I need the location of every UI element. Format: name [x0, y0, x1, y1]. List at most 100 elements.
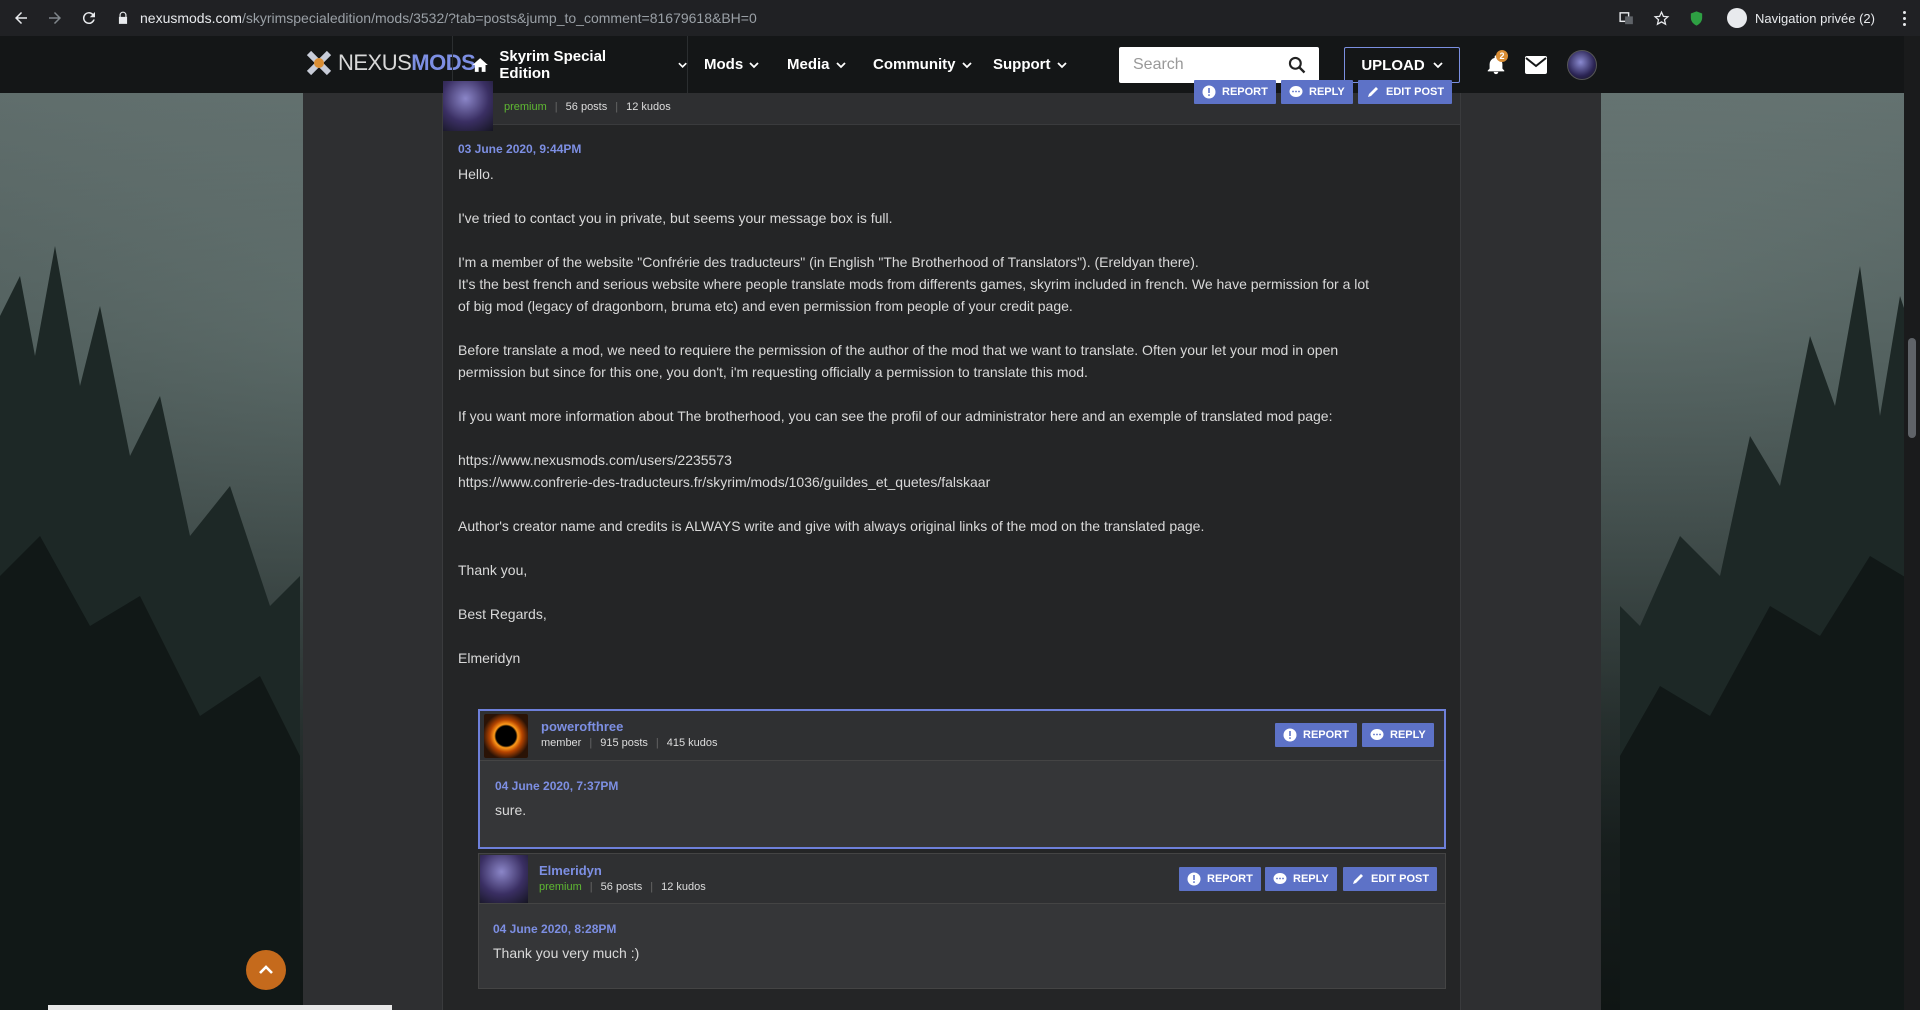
incognito-label: Navigation privée (2) — [1755, 10, 1875, 26]
powerofthree-avatar[interactable] — [484, 714, 528, 758]
post-line: It's the best french and serious website… — [458, 276, 1370, 292]
reply-author-kudos: 12 kudos — [661, 881, 706, 893]
incognito-profile-button[interactable]: Navigation privée (2) — [1723, 5, 1885, 31]
reply-icon — [1370, 729, 1384, 740]
reply-button[interactable]: REPLY — [1281, 80, 1353, 104]
author-posts: 56 posts — [565, 101, 608, 113]
incognito-icon — [1727, 8, 1748, 28]
edit-post-label: EDIT POST — [1371, 873, 1430, 885]
upload-button[interactable]: UPLOAD — [1344, 47, 1460, 83]
reply-author-name[interactable]: powerofthree — [541, 719, 623, 734]
trees-left — [0, 246, 300, 1010]
nav-media-label: Media — [787, 56, 830, 73]
reply-date: 04 June 2020, 8:28PM — [493, 922, 617, 936]
report-button[interactable]: REPORT — [1275, 723, 1357, 747]
report-icon — [1202, 85, 1216, 99]
game-name: Skyrim Special Edition — [499, 47, 607, 82]
report-label: REPORT — [1207, 873, 1253, 885]
nav-support[interactable]: Support — [993, 36, 1067, 93]
reply-comment-powerofthree: powerofthree member | 915 posts | 415 ku… — [478, 709, 1446, 849]
shield-extension-icon[interactable] — [1688, 10, 1705, 27]
post-line: Thank you, — [458, 562, 528, 578]
reply-author-meta: premium | 56 posts | 12 kudos — [539, 881, 706, 893]
report-icon — [1187, 872, 1201, 886]
edit-post-label: EDIT POST — [1386, 86, 1445, 98]
search-input[interactable] — [1133, 56, 1283, 74]
comment-thread: premium | 56 posts | 12 kudos REPORT REP… — [442, 80, 1461, 1010]
nav-media[interactable]: Media — [787, 36, 846, 93]
page-scrollbar[interactable] — [1904, 36, 1920, 1010]
nav-mods[interactable]: Mods — [704, 36, 759, 93]
reply-date: 04 June 2020, 7:37PM — [495, 779, 619, 793]
messages-mail-icon[interactable] — [1525, 56, 1547, 74]
reply-author-posts: 915 posts — [600, 737, 648, 749]
report-button[interactable]: REPORT — [1179, 867, 1261, 891]
reply-button[interactable]: REPLY — [1362, 723, 1434, 747]
post-line: of big mod (legacy of dragonborn, bruma … — [458, 298, 1073, 314]
nexusmods-logo[interactable]: NEXUSMODS — [306, 50, 476, 76]
reply-icon — [1289, 86, 1303, 97]
report-button[interactable]: REPORT — [1194, 80, 1276, 104]
post-line: Hello. — [458, 166, 494, 182]
author-rank: premium — [504, 101, 547, 113]
edit-post-button[interactable]: EDIT POST — [1343, 867, 1438, 891]
forward-icon[interactable] — [42, 5, 68, 31]
report-label: REPORT — [1222, 86, 1268, 98]
nav-mods-label: Mods — [704, 56, 744, 73]
report-icon — [1283, 728, 1297, 742]
chevron-down-icon — [1433, 62, 1443, 69]
chevron-down-icon — [1056, 61, 1067, 68]
reply-author-rank: premium — [539, 881, 582, 893]
post-line: Author's creator name and credits is ALW… — [458, 518, 1205, 534]
reply-body: sure. — [495, 802, 527, 818]
post-line: Elmeridyn — [458, 650, 521, 666]
chevron-up-icon — [259, 965, 273, 974]
reply-author-name[interactable]: Elmeridyn — [539, 863, 602, 878]
browser-menu-icon[interactable] — [1903, 10, 1906, 26]
reply-label: REPLY — [1390, 729, 1426, 741]
report-label: REPORT — [1303, 729, 1349, 741]
url-host: nexusmods.com — [140, 10, 242, 26]
scrollbar-thumb[interactable] — [1908, 338, 1916, 438]
post-line: If you want more information about The b… — [458, 408, 1333, 424]
search-box — [1119, 47, 1319, 83]
post-link[interactable]: https://www.confrerie-des-traducteurs.fr… — [458, 471, 1443, 493]
star-icon[interactable] — [1653, 10, 1670, 27]
chevron-down-icon — [749, 61, 759, 68]
reload-icon[interactable] — [76, 5, 102, 31]
chevron-down-icon — [678, 62, 687, 68]
nav-support-label: Support — [993, 56, 1051, 73]
edit-post-button[interactable]: EDIT POST — [1358, 80, 1453, 104]
post-link[interactable]: https://www.nexusmods.com/users/2235573 — [458, 449, 1443, 471]
author-kudos: 12 kudos — [626, 101, 671, 113]
translate-icon[interactable] — [1618, 10, 1635, 27]
upload-label: UPLOAD — [1361, 56, 1425, 74]
search-icon[interactable] — [1287, 55, 1307, 75]
trees-right — [1620, 266, 1920, 1010]
author-avatar[interactable] — [443, 81, 493, 131]
nav-community[interactable]: Community — [873, 36, 972, 93]
address-bar[interactable]: nexusmods.com/skyrimspecialedition/mods/… — [116, 4, 1618, 32]
reply-body: Thank you very much :) — [493, 945, 640, 961]
browser-toolbar: nexusmods.com/skyrimspecialedition/mods/… — [0, 0, 1920, 36]
post-body: Hello. I've tried to contact you in priv… — [458, 163, 1443, 669]
post-line: I'm a member of the website "Confrérie d… — [458, 254, 1199, 270]
site-navbar: NEXUSMODS Skyrim Special Edition Mods Me… — [0, 36, 1920, 93]
back-icon[interactable] — [8, 5, 34, 31]
reply-author-rank: member — [541, 737, 582, 749]
author-meta: premium | 56 posts | 12 kudos — [504, 101, 671, 113]
post-line: Best Regards, — [458, 606, 547, 622]
elmeridyn-avatar[interactable] — [480, 855, 528, 903]
scroll-to-top-button[interactable] — [246, 950, 286, 990]
reply-label: REPLY — [1309, 86, 1345, 98]
user-avatar[interactable] — [1567, 50, 1597, 80]
home-icon — [472, 57, 488, 72]
reply-button[interactable]: REPLY — [1265, 867, 1337, 891]
url-path: /skyrimspecialedition/mods/3532/?tab=pos… — [241, 10, 757, 26]
reply-author-posts: 56 posts — [600, 881, 643, 893]
chevron-down-icon — [961, 61, 972, 68]
notification-count-badge: 2 — [1496, 50, 1508, 62]
post-line: Before translate a mod, we need to requi… — [458, 342, 1339, 358]
lock-icon — [118, 11, 128, 24]
reply-label: REPLY — [1293, 873, 1329, 885]
